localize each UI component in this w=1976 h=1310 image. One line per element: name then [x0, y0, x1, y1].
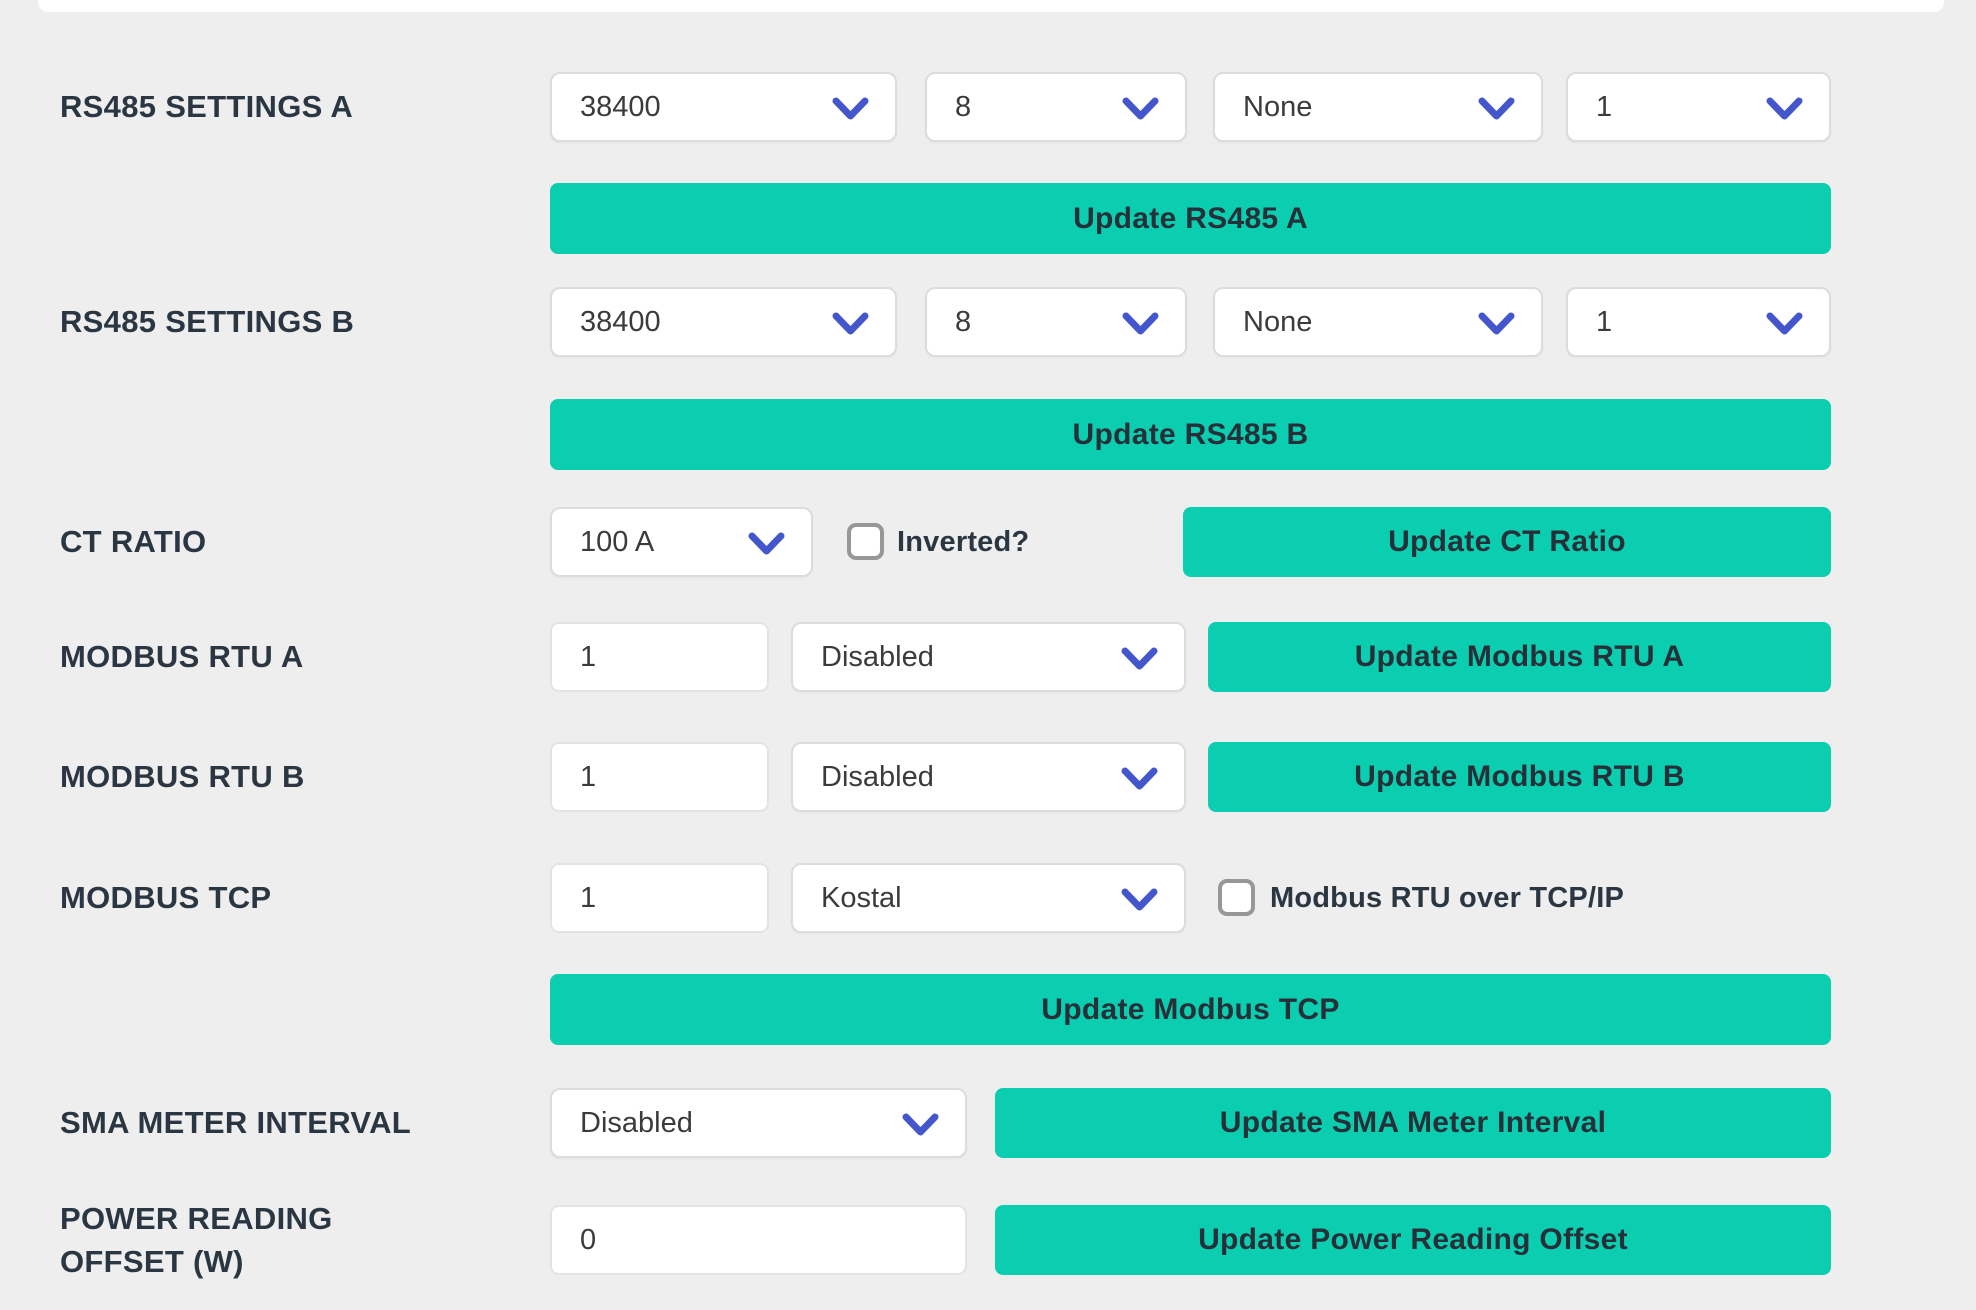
chevron-down-icon [1121, 764, 1158, 791]
rs485-b-stopbits-value: 1 [1596, 306, 1612, 339]
modbus-tcp-mode-select[interactable]: Kostal [791, 863, 1186, 933]
rs485-b-databits-select[interactable]: 8 [925, 287, 1187, 357]
chevron-down-icon [1122, 309, 1159, 336]
modbus-rtu-over-tcp-label: Modbus RTU over TCP/IP [1270, 863, 1624, 933]
chevron-down-icon [1121, 885, 1158, 912]
inverted-checkbox-label: Inverted? [897, 507, 1029, 577]
modbus-rtu-b-mode-select[interactable]: Disabled [791, 742, 1186, 812]
modbus-tcp-mode-value: Kostal [821, 882, 902, 915]
update-rs485-a-button[interactable]: Update RS485 A [550, 183, 1831, 254]
rs485-a-databits-value: 8 [955, 91, 971, 124]
modbus-tcp-address-input[interactable] [550, 863, 769, 933]
rs485-b-parity-value: None [1243, 306, 1312, 339]
update-modbus-tcp-button[interactable]: Update Modbus TCP [550, 974, 1831, 1045]
chevron-down-icon [1121, 644, 1158, 671]
ct-ratio-label: CT RATIO [60, 507, 206, 577]
update-sma-meter-interval-button[interactable]: Update SMA Meter Interval [995, 1088, 1831, 1158]
modbus-rtu-b-label: MODBUS RTU B [60, 742, 305, 812]
sma-meter-interval-select[interactable]: Disabled [550, 1088, 967, 1158]
power-reading-offset-label-line1: POWER READING [60, 1197, 333, 1240]
update-modbus-rtu-b-button[interactable]: Update Modbus RTU B [1208, 742, 1831, 812]
rs485-b-label: RS485 SETTINGS B [60, 287, 354, 357]
update-rs485-b-button[interactable]: Update RS485 B [550, 399, 1831, 470]
power-reading-offset-label: POWER READING OFFSET (W) [60, 1198, 333, 1282]
rs485-b-databits-value: 8 [955, 306, 971, 339]
chevron-down-icon [1478, 309, 1515, 336]
ct-ratio-select[interactable]: 100 A [550, 507, 813, 577]
modbus-rtu-a-mode-select[interactable]: Disabled [791, 622, 1186, 692]
rs485-a-baud-value: 38400 [580, 91, 661, 124]
rs485-b-parity-select[interactable]: None [1213, 287, 1543, 357]
modbus-tcp-label: MODBUS TCP [60, 863, 271, 933]
chevron-down-icon [902, 1110, 939, 1137]
chevron-down-icon [832, 94, 869, 121]
rs485-a-parity-value: None [1243, 91, 1312, 124]
chevron-down-icon [1766, 309, 1803, 336]
modbus-rtu-a-mode-value: Disabled [821, 641, 934, 674]
ct-ratio-value: 100 A [580, 526, 654, 559]
chevron-down-icon [1122, 94, 1159, 121]
modbus-rtu-b-mode-value: Disabled [821, 761, 934, 794]
modbus-rtu-a-label: MODBUS RTU A [60, 622, 304, 692]
sma-meter-interval-value: Disabled [580, 1107, 693, 1140]
inverted-checkbox[interactable] [847, 523, 884, 560]
rs485-a-baud-select[interactable]: 38400 [550, 72, 897, 142]
card-top-edge [38, 0, 1944, 12]
rs485-a-stopbits-value: 1 [1596, 91, 1612, 124]
modbus-rtu-a-address-input[interactable] [550, 622, 769, 692]
update-power-reading-offset-button[interactable]: Update Power Reading Offset [995, 1205, 1831, 1275]
power-reading-offset-input[interactable] [550, 1205, 967, 1275]
rs485-a-stopbits-select[interactable]: 1 [1566, 72, 1831, 142]
rs485-b-baud-select[interactable]: 38400 [550, 287, 897, 357]
chevron-down-icon [748, 529, 785, 556]
chevron-down-icon [1478, 94, 1515, 121]
rs485-b-baud-value: 38400 [580, 306, 661, 339]
device-settings-panel: RS485 SETTINGS A 38400 8 None 1 Update R… [0, 0, 1976, 1310]
sma-meter-interval-label: SMA METER INTERVAL [60, 1088, 411, 1158]
modbus-rtu-b-address-input[interactable] [550, 742, 769, 812]
rs485-a-parity-select[interactable]: None [1213, 72, 1543, 142]
rs485-a-label: RS485 SETTINGS A [60, 72, 353, 142]
update-modbus-rtu-a-button[interactable]: Update Modbus RTU A [1208, 622, 1831, 692]
chevron-down-icon [1766, 94, 1803, 121]
update-ct-ratio-button[interactable]: Update CT Ratio [1183, 507, 1831, 577]
chevron-down-icon [832, 309, 869, 336]
rs485-a-databits-select[interactable]: 8 [925, 72, 1187, 142]
rs485-b-stopbits-select[interactable]: 1 [1566, 287, 1831, 357]
modbus-rtu-over-tcp-checkbox[interactable] [1218, 879, 1255, 916]
power-reading-offset-label-line2: OFFSET (W) [60, 1240, 333, 1283]
